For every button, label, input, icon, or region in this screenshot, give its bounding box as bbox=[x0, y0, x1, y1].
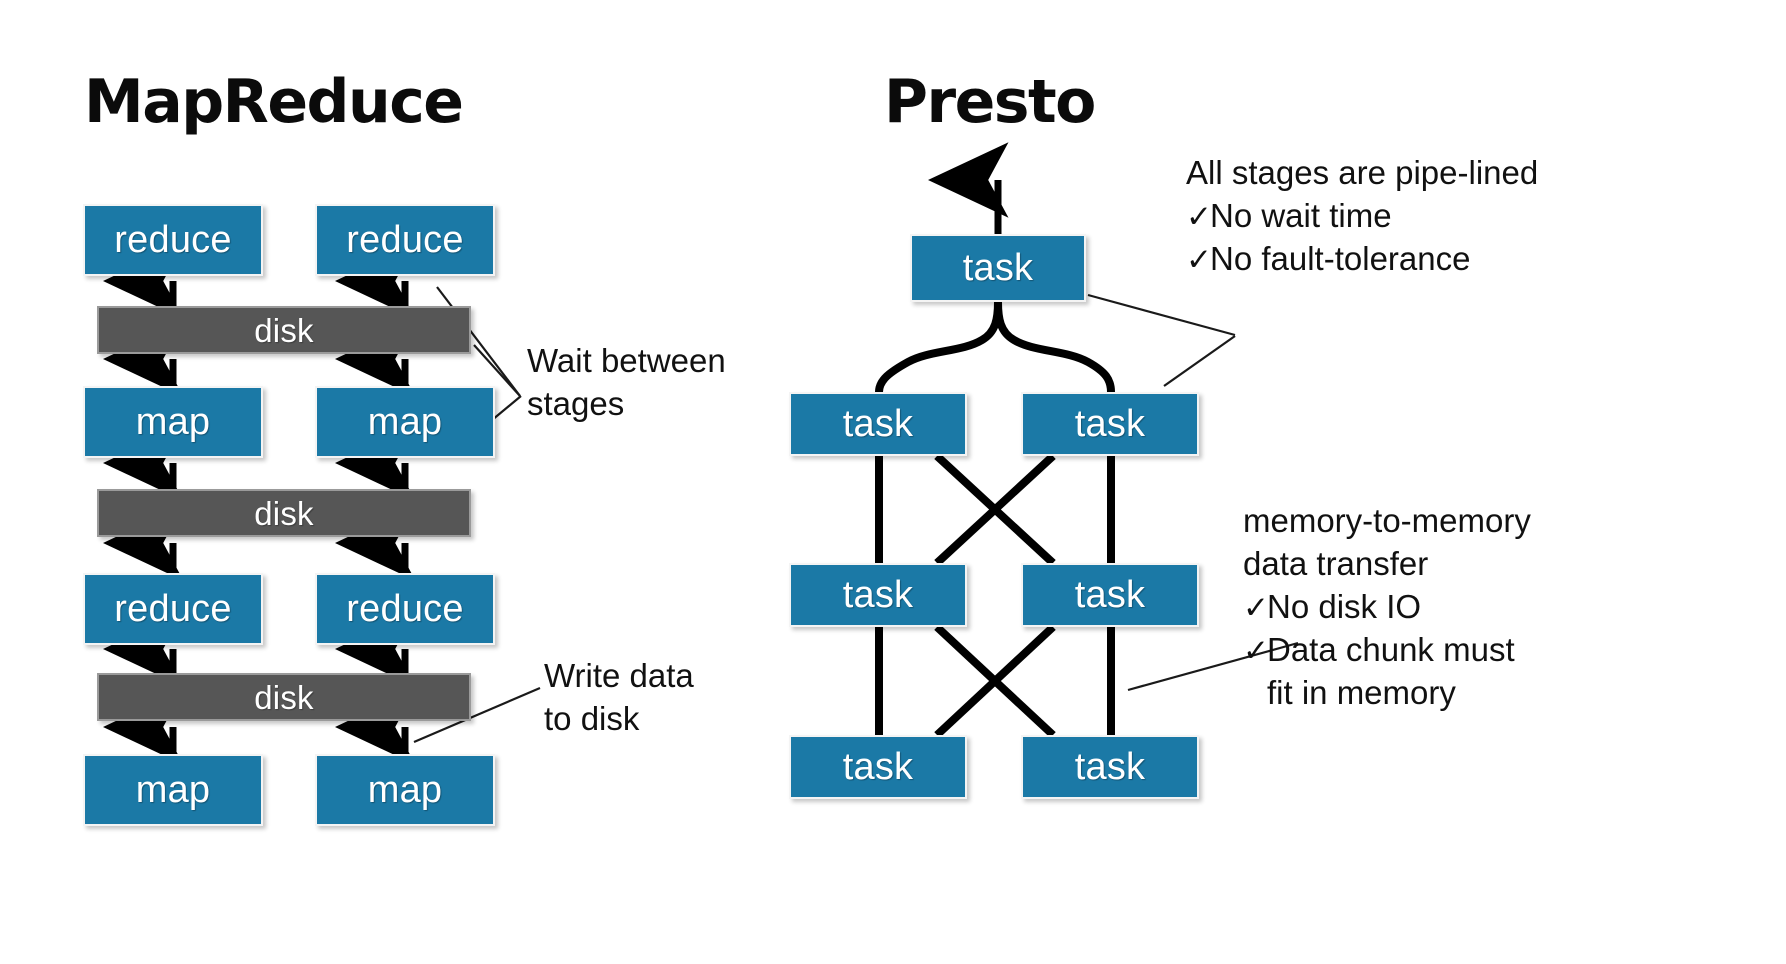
annotation-text: No fault-tolerance bbox=[1210, 239, 1471, 277]
checkmark-icon: ✓ bbox=[1243, 589, 1269, 625]
node-right-task-5: task bbox=[789, 735, 967, 799]
annotation-text: Data chunk must bbox=[1267, 630, 1515, 668]
annotation-text: All stages are pipe-lined bbox=[1186, 154, 1539, 191]
presto-stage3-links bbox=[875, 624, 1115, 738]
node-right-task-6: task bbox=[1021, 735, 1199, 799]
annotation-line: ✓No disk IO bbox=[1243, 586, 1531, 629]
annotation-pipelined-notes: All stages are pipe-lined ✓No wait time ✓N… bbox=[1186, 152, 1538, 281]
annotation-line: fit in memory bbox=[1243, 672, 1531, 715]
annotation-memory-transfer-notes: memory-to-memory data transfer ✓No disk IO… bbox=[1243, 500, 1531, 714]
node-left-map-9: map bbox=[83, 754, 263, 826]
node-left-reduce-0: reduce bbox=[83, 204, 263, 276]
annotation-text: stages bbox=[527, 384, 625, 422]
presto-stage2-links bbox=[875, 453, 1115, 566]
annotation-line: to disk bbox=[544, 698, 694, 741]
diagram-canvas: MapReduce Presto reduce reduce disk map … bbox=[0, 0, 1786, 964]
annotation-line: stages bbox=[527, 383, 726, 426]
checkmark-icon: ✓ bbox=[1186, 198, 1212, 234]
annotation-text: Wait between bbox=[527, 342, 726, 379]
node-left-reduce-7: reduce bbox=[315, 573, 495, 645]
annotation-text: No wait time bbox=[1210, 196, 1392, 234]
annotation-write-data-to-disk: Write data to disk bbox=[544, 655, 694, 741]
node-right-task-0: task bbox=[910, 234, 1086, 302]
node-left-reduce-1: reduce bbox=[315, 204, 495, 276]
annotation-text: to disk bbox=[544, 699, 640, 737]
checkmark-icon: ✓ bbox=[1186, 241, 1212, 277]
node-left-map-10: map bbox=[315, 754, 495, 826]
annotation-line: ✓Data chunk must bbox=[1243, 629, 1531, 672]
annotation-line: Wait between bbox=[527, 340, 726, 383]
node-right-task-4: task bbox=[1021, 563, 1199, 627]
annotation-text: memory-to-memory bbox=[1243, 502, 1531, 539]
node-left-map-4: map bbox=[315, 386, 495, 458]
node-right-task-1: task bbox=[789, 392, 967, 456]
annotation-line: All stages are pipe-lined bbox=[1186, 152, 1538, 195]
checkmark-icon: ✓ bbox=[1243, 632, 1269, 668]
annotation-line: ✓No fault-tolerance bbox=[1186, 238, 1538, 281]
node-left-disk-5: disk bbox=[97, 489, 471, 537]
annotation-line: data transfer bbox=[1243, 543, 1531, 586]
node-left-disk-2: disk bbox=[97, 306, 471, 354]
annotation-text: fit in memory bbox=[1267, 673, 1456, 711]
node-right-task-3: task bbox=[789, 563, 967, 627]
node-left-disk-8: disk bbox=[97, 673, 471, 721]
annotation-line: Write data bbox=[544, 655, 694, 698]
annotation-line: ✓No wait time bbox=[1186, 195, 1538, 238]
presto-title: Presto bbox=[884, 67, 1096, 137]
annotation-wait-between-stages: Wait between stages bbox=[527, 340, 726, 426]
node-left-reduce-6: reduce bbox=[83, 573, 263, 645]
annotation-text: Write data bbox=[544, 657, 694, 694]
node-left-map-3: map bbox=[83, 386, 263, 458]
mapreduce-title: MapReduce bbox=[84, 67, 464, 137]
annotation-text: No disk IO bbox=[1267, 587, 1422, 625]
node-right-task-2: task bbox=[1021, 392, 1199, 456]
presto-brace-connector bbox=[875, 298, 1115, 396]
annotation-line: memory-to-memory bbox=[1243, 500, 1531, 543]
connector-layer bbox=[103, 142, 1299, 765]
annotation-text: data transfer bbox=[1243, 544, 1429, 582]
